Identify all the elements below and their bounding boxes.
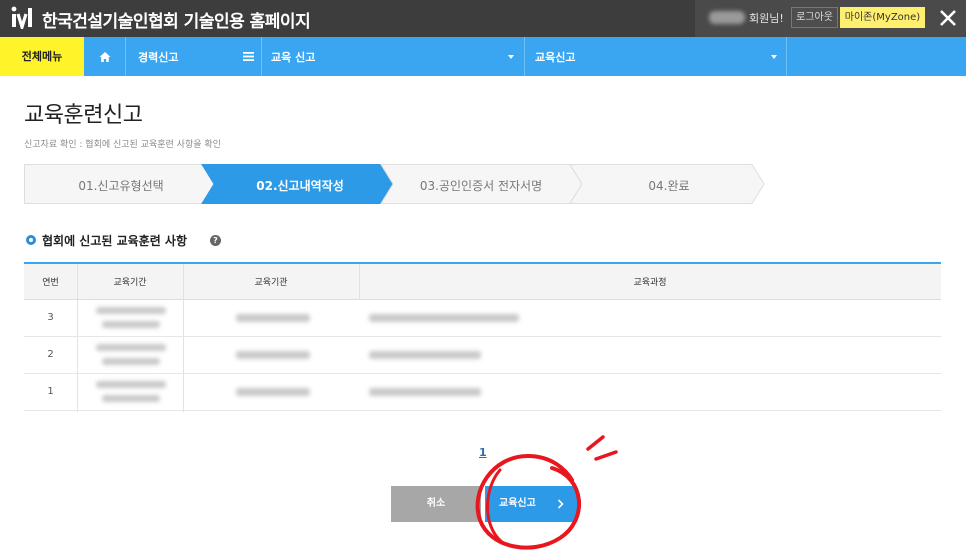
myzone-button[interactable]: 마이존(MyZone) <box>840 7 925 28</box>
close-icon[interactable] <box>936 6 960 30</box>
redacted-institution <box>236 388 310 396</box>
caret-down-icon[interactable] <box>771 55 777 59</box>
row-number: 2 <box>47 349 54 360</box>
table-row[interactable]: 3 <box>24 300 941 337</box>
pagination-page[interactable]: 1 <box>479 446 487 459</box>
user-name-redacted <box>709 11 745 24</box>
greeting-text: 회원님! <box>749 12 784 25</box>
logo-icon <box>11 6 32 29</box>
redacted-course <box>369 351 481 359</box>
redacted-institution <box>236 314 310 322</box>
all-menu-button[interactable]: 전체메뉴 <box>0 37 84 76</box>
column-divider <box>359 264 360 300</box>
nav-divider <box>524 37 525 76</box>
nav-item-education[interactable]: 교육 신고 <box>271 49 315 65</box>
home-icon[interactable] <box>98 50 112 64</box>
chevron-right-icon <box>557 499 564 509</box>
cancel-button[interactable]: 취소 <box>391 486 481 522</box>
submit-button-label: 교육신고 <box>499 498 536 509</box>
logout-button[interactable]: 로그아웃 <box>791 7 838 28</box>
table-row[interactable]: 2 <box>24 337 941 374</box>
nav-item-career[interactable]: 경력신고 <box>138 49 178 65</box>
section-title: 협회에 신고된 교육훈련 사항 <box>42 234 188 248</box>
step-indicator: 01.신고유형선택 02.신고내역작성 03.공인인증서 전자서명 04.완료 <box>24 164 774 204</box>
redacted-course <box>369 388 481 396</box>
redacted-period <box>102 321 160 328</box>
step-2-label: 02.신고내역작성 <box>256 179 344 193</box>
col-header-institution: 교육기관 <box>254 278 288 288</box>
page-title: 교육훈련신고 <box>24 103 143 128</box>
redacted-period <box>102 395 160 402</box>
row-number: 3 <box>47 312 54 323</box>
step-3-label: 03.공인인증서 전자서명 <box>419 179 543 193</box>
help-icon[interactable]: ? <box>210 235 221 246</box>
nav-item-education-report[interactable]: 교육신고 <box>535 49 575 65</box>
redacted-course <box>369 314 519 322</box>
nav-divider <box>261 37 262 76</box>
nav-divider <box>786 37 787 76</box>
redacted-period <box>96 307 166 314</box>
redacted-period <box>102 358 160 365</box>
col-header-period: 교육기간 <box>113 278 147 288</box>
redacted-institution <box>236 351 310 359</box>
nav-divider <box>125 37 126 76</box>
page-description: 신고자료 확인 : 협회에 신고된 교육훈련 사항을 확인 <box>24 140 221 150</box>
col-header-course: 교육과정 <box>633 278 667 288</box>
step-4-label: 04.완료 <box>648 179 690 193</box>
row-number: 1 <box>47 386 54 397</box>
step-1-label: 01.신고유형선택 <box>78 179 164 193</box>
menu-icon[interactable] <box>243 52 254 61</box>
section-bullet-icon <box>26 235 36 245</box>
table-row[interactable]: 1 <box>24 374 941 411</box>
submit-education-button[interactable]: 교육신고 <box>485 486 577 522</box>
table-header: 연번 교육기간 교육기관 교육과정 <box>24 262 941 300</box>
app-title: 한국건설기술인협회 기술인용 홈페이지 <box>42 12 311 32</box>
redacted-period <box>96 381 166 388</box>
col-header-number: 연번 <box>42 278 59 288</box>
redacted-period <box>96 344 166 351</box>
caret-down-icon[interactable] <box>508 55 514 59</box>
